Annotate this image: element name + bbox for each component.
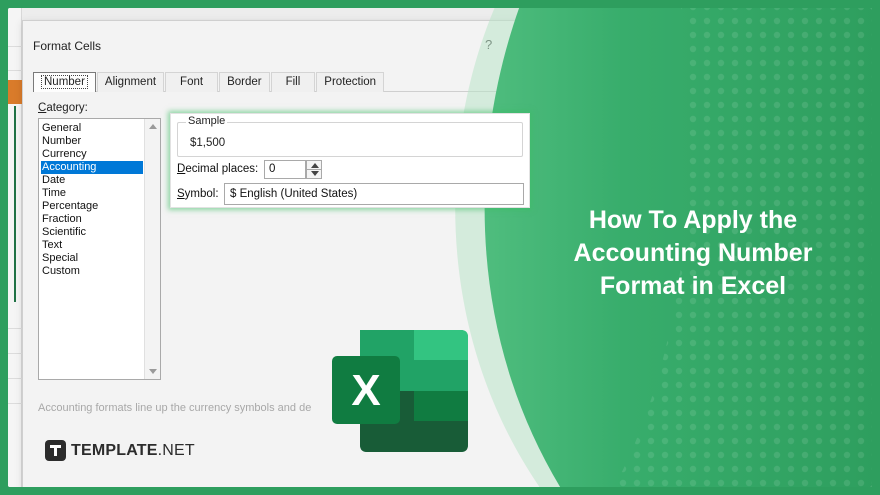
scroll-up-icon[interactable] (149, 124, 157, 129)
sheet-gridline (8, 353, 22, 354)
category-item[interactable]: Time (41, 187, 143, 200)
category-item[interactable]: General (41, 122, 143, 135)
spreadsheet-edge (8, 8, 22, 487)
tab-bar: Number Alignment Font Border Fill Protec… (33, 72, 563, 92)
category-item[interactable]: Special (41, 252, 143, 265)
stepper-down-icon[interactable] (311, 171, 319, 176)
stepper-up-icon[interactable] (311, 163, 319, 168)
category-description: Accounting formats line up the currency … (38, 402, 312, 414)
tab-border[interactable]: Border (219, 72, 270, 92)
sample-value: $1,500 (190, 137, 226, 149)
dialog-title: Format Cells (33, 39, 102, 53)
category-list[interactable]: General Number Currency Accounting Date … (38, 118, 161, 380)
sheet-gridline (8, 70, 22, 71)
sheet-header-highlight (8, 80, 22, 104)
decimal-places-label: Decimal places: (177, 163, 259, 175)
sample-label: Sample (186, 115, 228, 127)
help-icon[interactable]: ? (485, 37, 492, 52)
category-label: Category: (38, 102, 88, 114)
sample-group: Sample $1,500 (177, 115, 523, 157)
scroll-down-icon[interactable] (149, 369, 157, 374)
category-scrollbar[interactable] (144, 119, 160, 379)
brand-text: TEMPLATE.NET (71, 441, 195, 459)
canvas: Format Cells ? ✕ Number Alignment Font B… (8, 8, 872, 487)
category-item[interactable]: Currency (41, 148, 143, 161)
decimal-places-stepper[interactable] (306, 160, 322, 179)
template-brand-logo: TEMPLATE.NET (45, 440, 195, 461)
category-item-selected[interactable]: Accounting (41, 161, 143, 174)
tab-fill[interactable]: Fill (270, 72, 316, 92)
sheet-gridline (8, 46, 22, 47)
category-item[interactable]: Number (41, 135, 143, 148)
number-options-panel: Sample $1,500 Decimal places: 0 Symbol: … (170, 113, 530, 208)
excel-logo-icon: X (332, 330, 468, 452)
headline-line: Accounting Number (573, 239, 813, 267)
category-item[interactable]: Percentage (41, 200, 143, 213)
svg-text:X: X (351, 366, 380, 415)
category-item[interactable]: Fraction (41, 213, 143, 226)
stepper-divider (307, 169, 321, 170)
template-logo-icon (45, 440, 66, 461)
tab-number[interactable]: Number (33, 72, 96, 92)
symbol-select[interactable]: $ English (United States) (224, 183, 524, 205)
selection-border (14, 106, 16, 302)
tab-font[interactable]: Font (165, 72, 219, 92)
category-item[interactable]: Custom (41, 265, 143, 278)
headline-line: How To Apply the (588, 206, 798, 234)
category-item[interactable]: Date (41, 174, 143, 187)
headline: How To Apply the Accounting Number Forma… (543, 204, 843, 303)
sheet-gridline (8, 378, 22, 379)
symbol-label: Symbol: (177, 188, 219, 200)
category-item[interactable]: Scientific (41, 226, 143, 239)
tab-protection[interactable]: Protection (316, 72, 385, 92)
sheet-gridline (8, 403, 22, 404)
decimal-places-input[interactable]: 0 (264, 160, 306, 179)
category-item[interactable]: Text (41, 239, 143, 252)
sheet-gridline (8, 328, 22, 329)
headline-line: Format in Excel (599, 272, 787, 300)
tab-alignment[interactable]: Alignment (96, 72, 165, 92)
close-icon[interactable]: ✕ (529, 35, 542, 53)
format-cells-dialog: Format Cells ? ✕ Number Alignment Font B… (22, 20, 582, 487)
